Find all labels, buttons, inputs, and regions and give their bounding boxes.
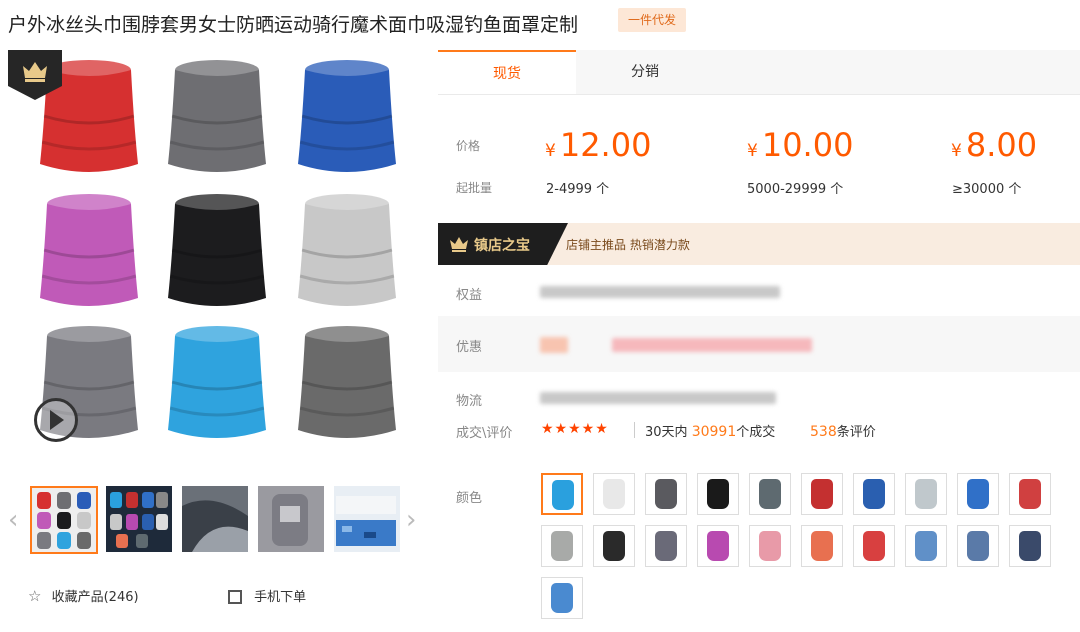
gallery-scarf-4	[30, 190, 148, 316]
rating-stars: ★★★★★	[541, 421, 609, 437]
thumbnail-2[interactable]	[106, 486, 172, 552]
color-swatch-17[interactable]	[853, 525, 895, 567]
favorite-count: (246)	[103, 590, 139, 605]
tier-3-range: ≥30000 个	[952, 182, 1022, 197]
rights-blurred-value	[540, 286, 780, 298]
currency-symbol: ¥	[951, 141, 962, 161]
gallery-scarf-2	[158, 56, 276, 182]
tier-1-price-value: 12.00	[559, 126, 652, 164]
price-tabs: 现货 分销	[438, 50, 1080, 95]
color-swatch-9[interactable]	[957, 473, 999, 515]
color-swatch-7[interactable]	[853, 473, 895, 515]
star-outline-icon: ☆	[28, 587, 42, 605]
color-swatch-14[interactable]	[697, 525, 739, 567]
deals-label: 成交\评价	[456, 426, 513, 441]
mobile-order[interactable]: 手机下单	[228, 586, 306, 605]
color-label: 颜色	[456, 491, 483, 506]
review-count[interactable]: 538条评价	[810, 421, 876, 440]
color-swatch-13[interactable]	[645, 525, 687, 567]
gallery-scarf-8	[158, 322, 276, 448]
treasure-tags: 店铺主推品 热销潜力款	[566, 238, 690, 252]
tier-2-price-value: 10.00	[761, 126, 854, 164]
main-product-image[interactable]	[8, 50, 430, 460]
deals-period: 30天内	[645, 425, 688, 440]
gallery-scarf-6	[288, 190, 406, 316]
rights-label: 权益	[456, 288, 483, 303]
color-swatch-10[interactable]	[1009, 473, 1051, 515]
color-swatch-8[interactable]	[905, 473, 947, 515]
favorite-product[interactable]: ☆ 收藏产品(246)	[28, 586, 139, 605]
crown-icon	[450, 237, 468, 252]
thumb-next-icon[interactable]: ›	[406, 505, 416, 535]
color-swatch-18[interactable]	[905, 525, 947, 567]
favorite-label: 收藏产品	[51, 590, 104, 605]
tier-2-price: ¥10.00	[747, 126, 853, 164]
discount-blurred-value	[612, 338, 812, 352]
review-count-suffix: 条评价	[836, 425, 876, 440]
tab-spot[interactable]: 现货	[438, 50, 576, 94]
play-video-icon[interactable]	[34, 398, 78, 442]
color-swatch-3[interactable]	[645, 473, 687, 515]
color-swatch-21[interactable]	[541, 577, 583, 619]
tier-1-price: ¥12.00	[545, 126, 651, 164]
gallery-scarf-3	[288, 56, 406, 182]
currency-symbol: ¥	[747, 141, 758, 161]
tier-3-price: ¥8.00	[951, 126, 1037, 164]
discount-blurred-tag	[540, 337, 568, 353]
thumbnail-3[interactable]	[182, 486, 248, 552]
discount-label: 优惠	[456, 340, 483, 355]
tier-1-range: 2-4999 个	[546, 182, 610, 197]
gallery-scarf-5	[158, 190, 276, 316]
color-swatch-11[interactable]	[541, 525, 583, 567]
qr-code-icon	[228, 590, 242, 604]
mobile-order-label: 手机下单	[254, 590, 307, 605]
treasure-dark-block: 镇店之宝	[438, 223, 568, 265]
thumbnail-5[interactable]	[334, 486, 400, 552]
color-swatch-5[interactable]	[749, 473, 791, 515]
thumbnail-4[interactable]	[258, 486, 324, 552]
logistics-label: 物流	[456, 394, 483, 409]
color-swatch-2[interactable]	[593, 473, 635, 515]
review-count-number: 538	[810, 424, 837, 440]
color-swatch-6[interactable]	[801, 473, 843, 515]
dropship-badge: 一件代发	[618, 8, 687, 32]
store-treasure-banner: 镇店之宝 店铺主推品 热销潜力款	[438, 223, 1080, 265]
color-swatch-20[interactable]	[1009, 525, 1051, 567]
product-title: 户外冰丝头巾围脖套男女士防晒运动骑行魔术面巾吸湿钓鱼面罩定制	[8, 14, 579, 36]
color-swatch-19[interactable]	[957, 525, 999, 567]
divider	[634, 422, 635, 438]
tier-3-price-value: 8.00	[965, 126, 1038, 164]
color-swatch-1[interactable]	[541, 473, 583, 515]
tab-distribution[interactable]: 分销	[576, 50, 714, 94]
treasure-title: 镇店之宝	[474, 238, 530, 254]
price-label: 价格	[456, 139, 481, 153]
currency-symbol: ¥	[545, 141, 556, 161]
deals-count-number: 30991	[691, 424, 737, 440]
gallery-scarf-9	[288, 322, 406, 448]
thumbnail-1[interactable]	[30, 486, 98, 554]
thumb-prev-icon[interactable]: ‹	[8, 505, 18, 535]
color-swatch-4[interactable]	[697, 473, 739, 515]
moq-label: 起批量	[456, 181, 493, 195]
color-swatch-15[interactable]	[749, 525, 791, 567]
color-swatch-12[interactable]	[593, 525, 635, 567]
logistics-blurred-value	[540, 392, 776, 404]
deals-count-suffix: 个成交	[736, 425, 776, 440]
color-swatch-16[interactable]	[801, 525, 843, 567]
deal-count: 30天内 30991个成交	[645, 421, 775, 440]
tier-2-range: 5000-29999 个	[747, 182, 844, 197]
